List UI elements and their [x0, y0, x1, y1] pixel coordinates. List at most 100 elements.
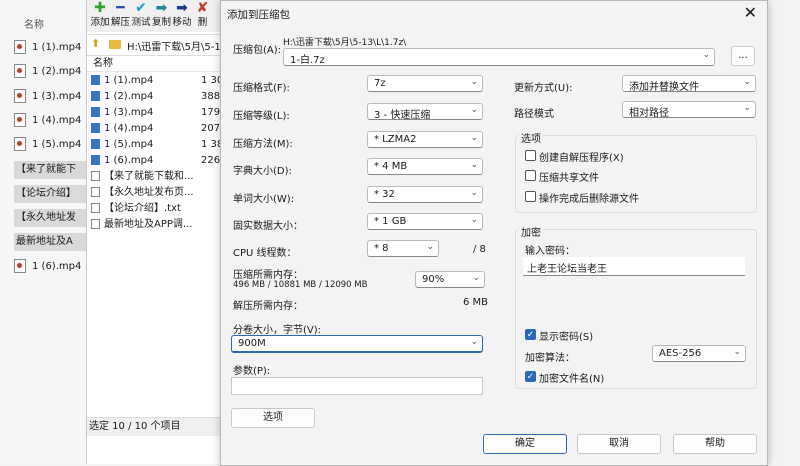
chevron-down-icon[interactable]: ⌄ — [702, 50, 710, 60]
file-manager-toolbar: ✚ 添加 ━ 解压 ✔ 测试 ➡ 复制 ➡ 移动 ✘ 删 — [87, 0, 237, 32]
level-label: 压缩等级(L): — [233, 111, 290, 122]
format-select[interactable]: 7z ⌄ — [367, 75, 483, 92]
dict-label: 字典大小(D): — [233, 166, 292, 177]
mem-decomp-label: 解压所需内存： — [233, 301, 303, 312]
show-password-checkbox[interactable]: ✓ — [525, 329, 536, 340]
file-size: 207 — [201, 123, 221, 134]
archive-name-combo[interactable]: 1-白.7z ⌄ — [283, 48, 715, 66]
delete-source-checkbox[interactable] — [525, 191, 536, 202]
address-bar[interactable]: ⬆ H:\迅雷下载\5月\5-1 — [87, 34, 237, 56]
file-row[interactable]: 1 (4).mp4 207 — [91, 121, 237, 137]
encrypt-names-checkbox[interactable]: ✓ — [525, 371, 536, 382]
threads-value: * 8 — [374, 243, 389, 254]
folder-icon — [109, 40, 121, 49]
text-file-icon — [91, 171, 100, 181]
solid-select[interactable]: * 1 GB ⌄ — [367, 213, 483, 230]
mem-percent-value: 90% — [422, 274, 445, 285]
ok-button[interactable]: 确定 — [483, 434, 567, 454]
params-input[interactable] — [231, 377, 483, 395]
browse-button[interactable]: ... — [731, 46, 755, 66]
split-combo[interactable]: 900M ⌄ — [231, 335, 483, 353]
up-folder-icon[interactable]: ⬆ — [91, 37, 100, 50]
video-file-icon — [14, 88, 26, 103]
video-file-icon — [91, 139, 100, 149]
file-row[interactable]: 1 (2).mp4 388 — [91, 89, 237, 105]
file-name: 【来了就能下载和... — [104, 171, 194, 182]
file-name: 1 (1).mp4 — [104, 75, 154, 86]
update-select[interactable]: 添加并替换文件 ⌄ — [622, 75, 756, 93]
explorer-item-label: 1 (3).mp4 — [32, 90, 82, 102]
split-label: 分卷大小，字节(V): — [233, 325, 322, 336]
delete-source-label: 操作完成后删除源文件 — [539, 194, 639, 205]
mem-percent-select[interactable]: 90% ⌄ — [415, 271, 485, 288]
chevron-down-icon: ⌄ — [470, 215, 478, 225]
chevron-down-icon: ⌄ — [470, 77, 478, 87]
explorer-item-label: 1 (5).mp4 — [32, 139, 82, 151]
file-row[interactable]: 1 (6).mp4 226 — [91, 153, 237, 169]
chevron-down-icon: ⌄ — [743, 103, 751, 113]
show-password-label: 显示密码(S) — [539, 332, 594, 343]
threads-max: / 8 — [473, 244, 486, 255]
add-to-archive-dialog: 添加到压缩包 ✕ 压缩包(A): H:\迅雷下载\5月\5-13\L\1.7z\… — [220, 0, 768, 466]
explorer-item-label: 【来了就能下 — [16, 163, 76, 175]
video-file-icon — [91, 155, 100, 165]
mem-comp-detail: 496 MB / 10881 MB / 12090 MB — [233, 280, 368, 290]
explorer-column-header[interactable]: 名称 — [24, 16, 44, 31]
list-column-header[interactable]: 名称 — [87, 56, 237, 72]
explorer-item-label: 最新地址及A — [16, 236, 73, 248]
dict-select[interactable]: * 4 MB ⌄ — [367, 158, 483, 175]
video-file-icon — [14, 40, 26, 54]
file-row[interactable]: 【来了就能下载和... — [91, 169, 237, 185]
method-select[interactable]: * LZMA2 ⌄ — [367, 131, 483, 148]
encrypt-method-value: AES-256 — [659, 348, 702, 359]
file-row[interactable]: 1 (3).mp4 179 — [91, 105, 237, 121]
method-value: * LZMA2 — [374, 134, 417, 145]
file-row[interactable]: 1 (5).mp4 1 387 — [91, 137, 237, 153]
encrypt-method-select[interactable]: AES-256 ⌄ — [652, 345, 746, 362]
video-file-icon — [91, 123, 100, 133]
shared-checkbox[interactable] — [525, 170, 536, 181]
file-row[interactable]: 1 (1).mp4 1 306 — [91, 73, 237, 89]
file-size: 388 — [201, 91, 221, 102]
params-label: 参数(P): — [233, 366, 271, 377]
help-button[interactable]: 帮助 — [673, 434, 757, 454]
options-button[interactable]: 选项 — [231, 408, 315, 428]
file-row[interactable]: 【永久地址发布页... — [91, 185, 237, 201]
path-label: 路径模式 — [514, 109, 554, 120]
split-value: 900M — [238, 338, 266, 349]
file-name: 1 (5).mp4 — [104, 139, 154, 150]
cancel-button[interactable]: 取消 — [577, 434, 661, 454]
sfx-label: 创建自解压程序(X) — [539, 153, 624, 164]
video-file-icon — [14, 112, 26, 127]
path-select[interactable]: 相对路径 ⌄ — [622, 101, 756, 119]
file-name: 1 (6).mp4 — [104, 155, 154, 166]
update-value: 添加并替换文件 — [629, 82, 699, 93]
file-row[interactable]: 最新地址及APP调... — [91, 217, 237, 233]
update-label: 更新方式(U): — [514, 83, 573, 94]
word-select[interactable]: * 32 ⌄ — [367, 186, 483, 203]
password-input[interactable]: 上老王论坛当老王 — [523, 257, 745, 276]
explorer-item-label: 1 (4).mp4 — [32, 114, 82, 126]
text-file-icon — [91, 187, 100, 197]
toolbar-button-delete[interactable]: ✘ 删 — [191, 0, 215, 32]
encrypt-method-label: 加密算法： — [525, 353, 575, 364]
sfx-checkbox[interactable] — [525, 150, 536, 161]
format-value: 7z — [374, 78, 386, 89]
delete-icon: ✘ — [196, 0, 209, 16]
solid-label: 固实数据大小： — [233, 221, 303, 232]
file-row[interactable]: 【论坛介绍】.txt — [91, 201, 237, 217]
level-select[interactable]: 3 - 快速压缩 ⌄ — [367, 103, 483, 121]
chevron-down-icon: ⌄ — [470, 188, 478, 198]
chevron-down-icon: ⌄ — [743, 77, 751, 87]
encrypt-names-label: 加密文件名(N) — [539, 374, 605, 385]
video-file-icon — [91, 91, 100, 101]
chevron-down-icon: ⌄ — [733, 347, 741, 357]
video-file-icon — [14, 258, 26, 273]
explorer-item-label: 1 (2).mp4 — [32, 66, 82, 78]
explorer-item-label: 1 (1).mp4 — [32, 42, 82, 53]
close-icon[interactable]: ✕ — [744, 3, 757, 22]
level-value: 3 - 快速压缩 — [374, 110, 431, 121]
threads-select[interactable]: * 8 ⌄ — [367, 240, 439, 257]
password-label: 输入密码： — [525, 246, 575, 257]
file-size: 179 — [201, 107, 221, 118]
